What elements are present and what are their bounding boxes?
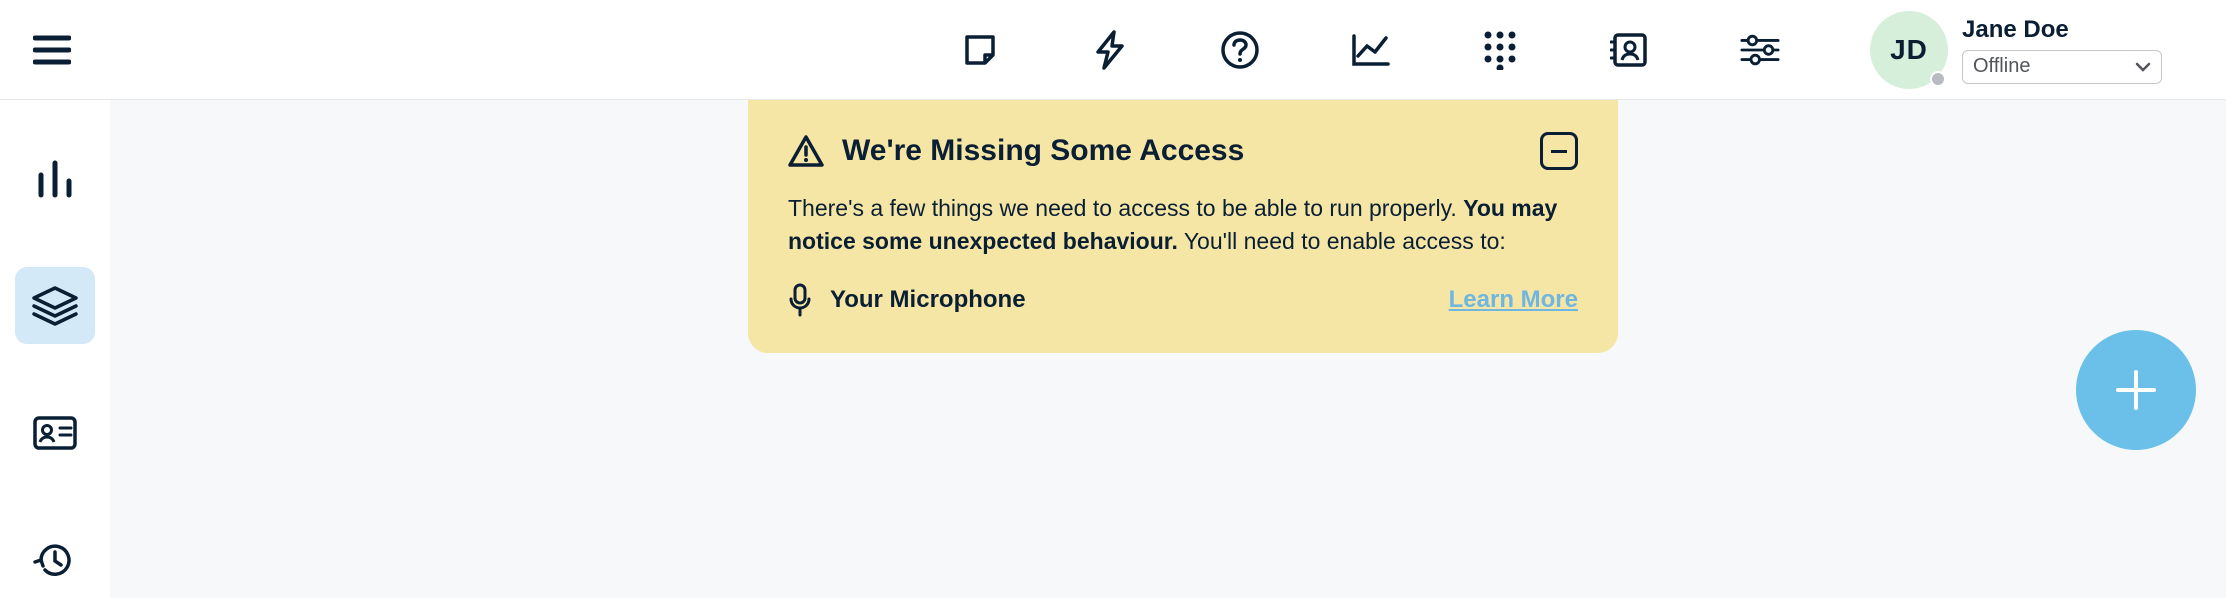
plus-icon [2110,364,2162,416]
status-select[interactable]: Offline [1962,50,2162,84]
contacts-button[interactable] [1610,30,1650,70]
notice-body-part2: You'll need to enable access to: [1178,228,1506,254]
help-button[interactable] [1220,30,1260,70]
user-meta: Jane Doe Offline [1962,16,2162,84]
layers-icon [32,286,78,326]
presence-dot-offline [1930,71,1946,87]
chevron-down-icon [2135,62,2151,72]
hamburger-menu-button[interactable] [28,26,76,74]
access-notice: We're Missing Some Access There's a few … [748,100,1618,353]
collapse-notice-button[interactable] [1540,132,1578,170]
avatar-wrap[interactable]: JD [1870,11,1948,89]
minus-icon [1551,150,1567,153]
settings-sliders-button[interactable] [1740,30,1780,70]
warning-triangle-icon [788,134,824,168]
id-card-icon [32,415,78,451]
bolt-icon [1092,30,1128,70]
hamburger-icon [33,35,71,65]
chart-line-icon [1350,32,1390,68]
user-menu: JD Jane Doe Offline [1870,11,2186,89]
notice-body: There's a few things we need to access t… [788,192,1578,257]
contacts-icon [1610,30,1650,70]
header-icon-group: JD Jane Doe Offline [960,11,2226,89]
access-row-microphone: Your Microphone Learn More [788,283,1578,317]
add-fab[interactable] [2076,330,2196,450]
help-icon [1220,30,1260,70]
sidebar-item-layers[interactable] [15,267,95,344]
bolt-button[interactable] [1090,30,1130,70]
sidebar-item-history[interactable] [15,521,95,598]
note-icon [961,31,999,69]
chart-line-button[interactable] [1350,30,1390,70]
app-header: JD Jane Doe Offline [0,0,2226,100]
sidebar-item-idcard[interactable] [15,394,95,471]
notice-title: We're Missing Some Access [842,134,1244,168]
dialpad-button[interactable] [1480,30,1520,70]
microphone-icon [788,283,812,317]
user-name: Jane Doe [1962,16,2162,44]
sidebar-item-analytics[interactable] [15,140,95,217]
settings-sliders-icon [1740,32,1780,68]
access-microphone-label: Your Microphone [830,286,1026,314]
main-content: We're Missing Some Access There's a few … [110,100,2226,598]
bars-chart-icon [33,157,77,201]
history-icon [33,538,77,582]
dialpad-icon [1483,30,1517,70]
learn-more-link[interactable]: Learn More [1449,286,1578,314]
status-select-value: Offline [1973,55,2030,78]
notice-header: We're Missing Some Access [788,132,1578,170]
notice-body-part1: There's a few things we need to access t… [788,195,1463,221]
note-button[interactable] [960,30,1000,70]
sidebar [0,100,110,598]
